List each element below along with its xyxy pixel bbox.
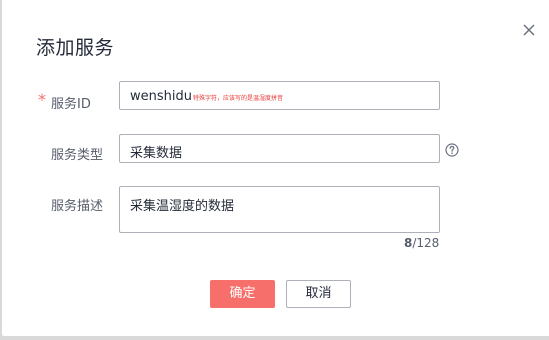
cancel-button[interactable]: 取消 xyxy=(286,280,351,308)
char-count-max: /128 xyxy=(412,236,440,250)
add-service-dialog: 添加服务 * 服务ID wenshidu 特殊字符，应该写的是温湿度拼音 服务类… xyxy=(2,0,549,336)
service-id-label: 服务ID xyxy=(51,97,91,112)
service-id-hint: 特殊字符，应该写的是温湿度拼音 xyxy=(193,95,284,102)
service-type-value: 采集数据 xyxy=(130,146,183,161)
service-type-input[interactable]: 采集数据 xyxy=(119,134,440,163)
confirm-button[interactable]: 确定 xyxy=(210,280,275,308)
service-id-input[interactable]: wenshidu 特殊字符，应该写的是温湿度拼音 xyxy=(119,81,440,110)
service-type-label: 服务类型 xyxy=(51,148,104,163)
char-counter: 8/128 xyxy=(404,236,439,250)
required-asterisk: * xyxy=(38,90,46,109)
service-desc-label: 服务描述 xyxy=(51,199,104,214)
close-icon[interactable] xyxy=(520,21,538,39)
dialog-title: 添加服务 xyxy=(36,37,115,59)
service-id-value: wenshidu xyxy=(130,89,192,104)
question-circle-icon[interactable] xyxy=(445,142,459,157)
service-desc-value: 采集温湿度的数据 xyxy=(130,199,235,214)
service-desc-textarea[interactable]: 采集温湿度的数据 xyxy=(119,186,440,233)
